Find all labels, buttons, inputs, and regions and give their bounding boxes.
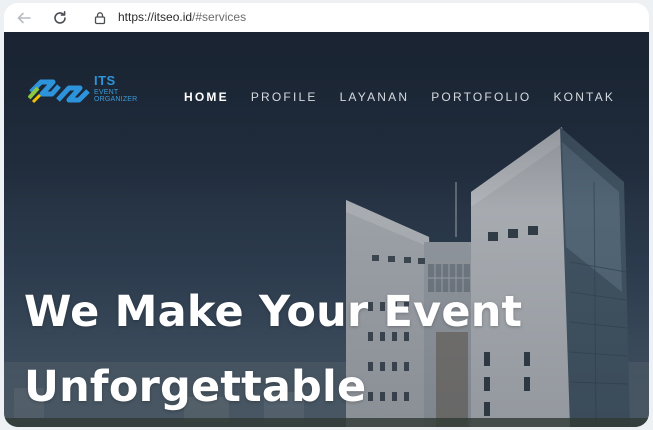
logo-subtitle-event: EVENT <box>94 89 119 96</box>
back-arrow-icon[interactable] <box>14 8 34 28</box>
logo-mark-icon <box>28 79 90 104</box>
logo-subtitle-organizer: ORGANIZER <box>94 96 138 103</box>
url-path: /#services <box>192 10 247 24</box>
address-bar[interactable]: https://itseo.id/#services <box>118 10 246 24</box>
nav-layanan[interactable]: LAYANAN <box>340 90 410 104</box>
nav-portofolio[interactable]: PORTOFOLIO <box>431 90 531 104</box>
logo-title: ITS <box>94 73 116 88</box>
site-info-icon[interactable] <box>90 8 110 28</box>
brand-logo[interactable]: ITS EVENT ORGANIZER <box>28 72 153 112</box>
hero-section: ITS EVENT ORGANIZER HOME PROFILE LAYANAN… <box>4 32 649 427</box>
hero-headline-line-2: Unforgettable <box>24 362 367 412</box>
main-nav: HOME PROFILE LAYANAN PORTOFOLIO KONTAK <box>184 90 637 104</box>
url-host: https://itseo.id <box>118 10 193 24</box>
nav-home[interactable]: HOME <box>184 90 229 104</box>
browser-window: https://itseo.id/#services ITS EVENT ORG… <box>4 3 649 427</box>
browser-toolbar: https://itseo.id/#services <box>4 3 649 32</box>
logo-text: ITS EVENT ORGANIZER <box>94 73 137 103</box>
reload-icon[interactable] <box>50 8 70 28</box>
hero-headline-line-1: We Make Your Event <box>24 287 523 337</box>
nav-kontak[interactable]: KONTAK <box>553 90 615 104</box>
nav-profile[interactable]: PROFILE <box>251 90 318 104</box>
